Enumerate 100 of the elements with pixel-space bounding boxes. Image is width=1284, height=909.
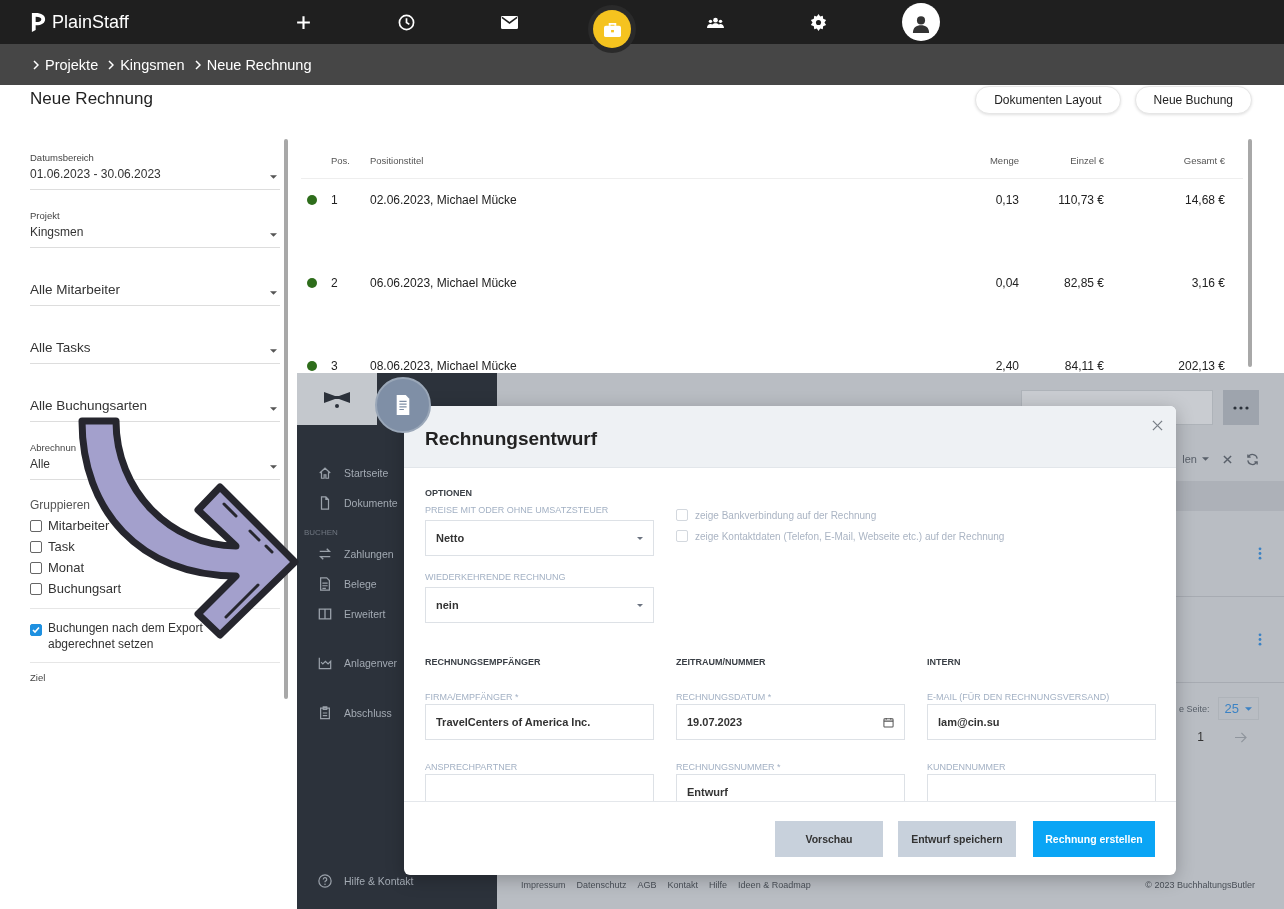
- field-label: PREISE MIT ODER OHNE UMSATZSTEUER: [425, 505, 610, 515]
- receipt-icon: [318, 577, 332, 591]
- checkbox[interactable]: [30, 561, 42, 574]
- settings-icon: [809, 13, 827, 31]
- table-cell-text: 08.06.2023, Michael Mücke: [370, 359, 518, 373]
- breadcrumb-link[interactable]: Kingsmen: [120, 56, 185, 73]
- page-title: Neue Rechnung: [30, 89, 153, 109]
- checkbox-label: Task: [48, 539, 75, 554]
- filter-value: Alle: [30, 457, 50, 471]
- transfer-icon: [318, 547, 332, 561]
- footer-link[interactable]: Hilfe: [709, 880, 728, 890]
- footer-link[interactable]: Impressum: [521, 880, 566, 890]
- plus-icon: [294, 13, 312, 31]
- status-dot: [307, 195, 317, 205]
- mail-icon: [500, 13, 518, 31]
- table-cell-text: 3: [331, 359, 339, 373]
- column-header: Gesamt €: [1182, 155, 1225, 166]
- filter-label: Projekt: [30, 210, 61, 221]
- filter-dropdown[interactable]: Projekt Kingsmen: [30, 190, 280, 248]
- close-icon[interactable]: [1152, 420, 1163, 431]
- filter-dropdown[interactable]: Datumsbereich 01.06.2023 - 30.06.2023: [30, 131, 280, 190]
- date-field[interactable]: 19.07.2023: [676, 704, 905, 740]
- caret-icon: [270, 465, 277, 469]
- columns-icon: [318, 607, 332, 621]
- calendar-icon[interactable]: [883, 716, 894, 728]
- filter-value: 01.06.2023 - 30.06.2023: [30, 167, 161, 181]
- filter-label: Datumsbereich: [30, 152, 95, 163]
- checkbox[interactable]: [30, 540, 42, 553]
- caret-icon: [270, 175, 277, 179]
- refresh-icon[interactable]: [1246, 452, 1259, 466]
- table-cell-text: 2,40: [994, 359, 1019, 373]
- text-field[interactable]: TravelCenters of America Inc.: [425, 704, 654, 740]
- column-header: Positionstitel: [370, 155, 425, 166]
- document-icon: [394, 394, 412, 416]
- checkbox-label: zeige Bankverbindung auf der Rechnung: [695, 509, 877, 521]
- table-cell-text: 14,68 €: [1183, 193, 1225, 207]
- text-field[interactable]: Entwurf: [676, 774, 905, 801]
- section-label: BUCHEN: [303, 528, 339, 537]
- filter-value: Kingsmen: [30, 225, 84, 239]
- checkbox[interactable]: [30, 582, 42, 595]
- header-button[interactable]: Neue Buchung: [1134, 86, 1252, 114]
- table-cell-text: 3,16 €: [1190, 276, 1225, 290]
- text-field[interactable]: [425, 774, 654, 801]
- dialog-button[interactable]: Entwurf speichern: [898, 820, 1016, 857]
- text-field[interactable]: lam@cin.su: [927, 704, 1156, 740]
- chevron-icon: [33, 59, 39, 70]
- clock-icon: [397, 13, 415, 31]
- header-button[interactable]: Dokumenten Layout: [975, 86, 1121, 114]
- caret-icon: [637, 603, 643, 607]
- caret-icon: [1245, 706, 1252, 711]
- table-cell-text: 06.06.2023, Michael Mücke: [370, 276, 518, 290]
- scrollbar[interactable]: [1248, 139, 1252, 367]
- filter-dropdown[interactable]: Alle Tasks: [30, 306, 280, 364]
- field-label: WIEDERKEHRENDE RECHNUNG: [425, 572, 567, 582]
- home-icon: [318, 466, 332, 480]
- checkbox-label: abgerechnet setzen: [48, 636, 155, 652]
- text-field[interactable]: [927, 774, 1156, 801]
- group-label: Gruppieren: [30, 498, 92, 512]
- dialog-title: Rechnungsentwurf: [425, 427, 598, 450]
- table-cell-text: 0,04: [994, 276, 1019, 290]
- field-label: E-MAIL (FÜR DEN RECHNUNGSVERSAND): [927, 692, 1110, 702]
- footer-link[interactable]: Datenschutz: [576, 880, 627, 890]
- checkbox[interactable]: [30, 519, 42, 532]
- filter-dropdown[interactable]: Alle Mitarbeiter: [30, 248, 280, 306]
- column-header: Einzel €: [1069, 155, 1104, 166]
- column-header: Menge: [988, 155, 1019, 166]
- briefcase-icon: [603, 20, 621, 38]
- field-label: RECHNUNGSDATUM *: [676, 692, 772, 702]
- breadcrumb-link[interactable]: Neue Rechnung: [206, 56, 312, 73]
- checkbox[interactable]: [30, 624, 42, 636]
- check-icon: [31, 625, 41, 635]
- column-header: Pos.: [331, 155, 351, 166]
- section-heading: INTERN: [927, 657, 962, 667]
- caret-icon: [270, 291, 277, 295]
- more-icon: [1233, 405, 1249, 410]
- footer-link[interactable]: Kontakt: [667, 880, 699, 890]
- select-field[interactable]: nein: [425, 587, 654, 623]
- breadcrumb-link[interactable]: Projekte: [45, 56, 99, 73]
- select-field[interactable]: Netto: [425, 520, 654, 556]
- logo-icon: [30, 11, 47, 33]
- footer-link[interactable]: Ideen & Roadmap: [738, 880, 811, 890]
- dialog-button[interactable]: Vorschau: [775, 820, 883, 857]
- help-link[interactable]: Hilfe & Kontakt: [297, 866, 497, 896]
- caret-icon: [637, 536, 643, 540]
- caret-icon: [1202, 457, 1209, 461]
- filter-label: Abrechnun: [30, 442, 77, 453]
- checkbox-label: zeige Kontaktdaten (Telefon, E-Mail, Webseite etc.) auf der Rechnung: [695, 530, 1005, 542]
- footer-link[interactable]: AGB: [637, 880, 657, 890]
- section-heading: OPTIONEN: [425, 488, 473, 498]
- target-label: Ziel: [30, 672, 47, 683]
- close-icon[interactable]: [1223, 454, 1232, 464]
- scrollbar[interactable]: [284, 139, 288, 699]
- filter-value: Alle Mitarbeiter: [30, 282, 121, 297]
- avatar-button[interactable]: [902, 3, 940, 41]
- field-label: FIRMA/EMPFÄNGER *: [425, 692, 519, 702]
- page-number[interactable]: 1: [1197, 730, 1204, 744]
- filter-value: Alle Tasks: [30, 340, 91, 355]
- status-dot: [307, 361, 317, 371]
- sidebar-item[interactable]: Startseite: [297, 458, 497, 488]
- person-icon: [912, 14, 930, 34]
